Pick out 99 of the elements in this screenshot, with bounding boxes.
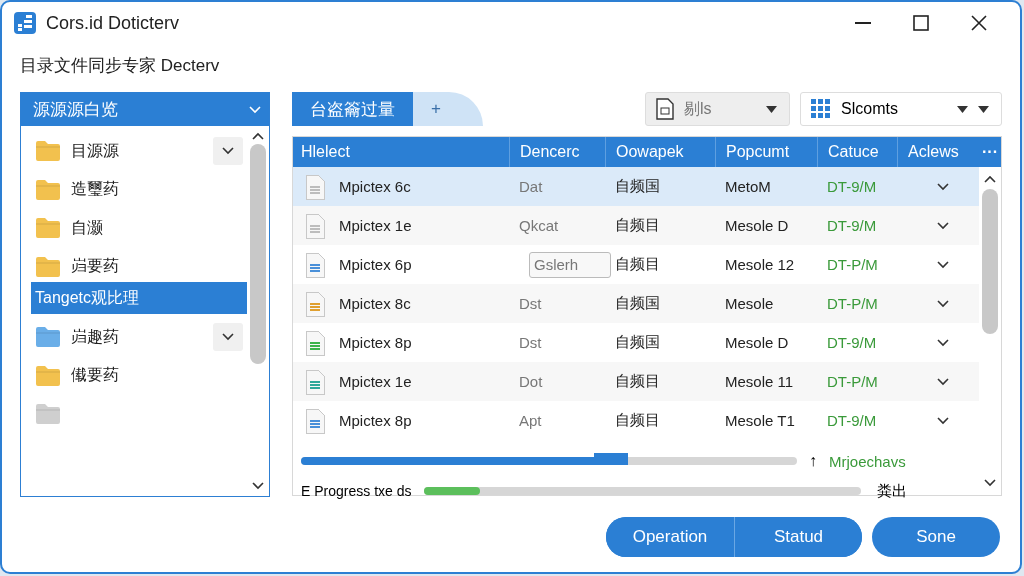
column-header[interactable]: Hlelect [293, 137, 509, 167]
panel-header[interactable]: 源源源白览 [21, 93, 269, 126]
table-cell-text: 自频国 [614, 177, 661, 196]
table-cell-text: Mesole D [724, 334, 790, 351]
status-text: DT-P/M [826, 373, 879, 390]
window-title: Cors.id Doticterv [46, 12, 181, 34]
table-row[interactable]: Mpictex 8c Dst 自频国 Mesole DT-P/M [293, 284, 979, 323]
tab[interactable]: 台盗籥过量 [292, 92, 413, 126]
table-cell-text: 自频目 [614, 372, 661, 391]
scrollbar-thumb[interactable] [982, 189, 998, 334]
filter-dropdown[interactable]: 剔ls [645, 92, 790, 126]
progress-reading: 粪出 [876, 481, 907, 501]
status-text: DT-9/M [826, 217, 878, 234]
file-name: Mpictex 1e [339, 217, 412, 234]
document-icon [305, 173, 325, 200]
table-cell-text: 自频目 [614, 255, 661, 274]
caret-icon [957, 105, 968, 113]
expand-button[interactable] [213, 323, 243, 352]
caret-icon [978, 105, 989, 113]
status-text: DT-P/M [826, 295, 879, 312]
chevron-down-icon [249, 105, 261, 114]
input-field[interactable]: Gslerh [529, 251, 611, 278]
table-cell-text: Dat [518, 178, 544, 195]
table-cell-text: 自频国 [614, 333, 661, 352]
table-row[interactable]: Mpictex 1e Qkcat 自频目 Mesole D DT-9/M [293, 206, 979, 245]
chevron-down-icon [937, 183, 949, 191]
status-text: DT-9/M [826, 178, 878, 195]
slider-thumb[interactable] [594, 453, 629, 465]
panel-title: 源源源白览 [33, 99, 118, 121]
table-row[interactable]: Mpictex 1e Dot 自频目 Mesole 11 DT-P/M [293, 362, 979, 401]
document-icon [305, 407, 325, 434]
segment-button[interactable]: Statud [734, 517, 862, 557]
tab[interactable]: + [413, 92, 483, 126]
file-name: Mpictex 6p [339, 256, 412, 273]
action-button[interactable]: Sone [872, 517, 1000, 557]
chevron-down-icon [222, 147, 234, 156]
document-icon [305, 212, 325, 239]
filter-dropdown[interactable]: Slcomts [800, 92, 1002, 126]
document-icon [656, 98, 674, 120]
close-icon [971, 15, 987, 31]
folder-item[interactable]: 岿趣药 [21, 318, 247, 357]
table-cell-text: Mesole [724, 295, 775, 312]
status-text: DT-9/M [826, 334, 878, 351]
chevron-down-icon [222, 333, 234, 342]
chevron-down-icon [937, 222, 949, 230]
file-name: Mpictex 8c [339, 295, 411, 312]
table-cell-text: Mesole T1 [724, 412, 796, 429]
caret-icon [766, 105, 777, 113]
chevron-down-icon [937, 261, 949, 269]
maximize-icon [913, 15, 929, 31]
progress-label: E Progress txe ds [301, 483, 412, 499]
chevron-down-icon [937, 378, 949, 386]
minimize-icon [855, 22, 871, 24]
table-cell-text: Mesole D [724, 217, 790, 234]
table-row[interactable]: Mpictex 6p Gslerh 自频目 Mesole 12 DT-P/M [293, 245, 979, 284]
scroll-up-icon [984, 175, 996, 183]
table-cell-text: Dot [518, 373, 544, 390]
folder-item[interactable]: 自灏 [21, 209, 247, 248]
table-cell-text: 自频目 [614, 411, 661, 430]
scroll-down-icon [984, 479, 996, 487]
folder-item[interactable]: Tangetc观比理 [31, 282, 247, 314]
table-row[interactable]: Mpictex 8p Apt 自频目 Mesole T1 DT-9/M [293, 401, 979, 440]
table-cell-text: Mesole 12 [724, 256, 796, 273]
table-cell-text: Dst [518, 334, 543, 351]
chevron-down-icon [937, 417, 949, 425]
column-header[interactable]: ··· [979, 137, 1001, 167]
table-row[interactable]: Mpictex 8p Dst 自频国 Mesole D DT-9/M [293, 323, 979, 362]
document-icon [305, 290, 325, 317]
arrow-marker: ↑ [809, 452, 817, 470]
file-name: Mpictex 1e [339, 373, 412, 390]
status-text: DT-P/M [826, 256, 879, 273]
folder-item[interactable]: 傤要药 [21, 356, 247, 395]
folder-item[interactable]: 目源源 [21, 132, 247, 171]
app-subtitle: 目录文件同步专家 Decterv [19, 55, 221, 77]
file-name: Mpictex 8p [339, 334, 412, 351]
scroll-down-icon [252, 482, 264, 490]
scrollbar-thumb[interactable] [250, 144, 266, 364]
table-cell-text: MetoM [724, 178, 772, 195]
file-name: Mpictex 6c [339, 178, 411, 195]
table-cell-text: 自频目 [614, 216, 661, 235]
transfer-status: Mrjoechavs [829, 452, 906, 470]
status-text: DT-9/M [826, 412, 878, 429]
table-cell-text: Qkcat [518, 217, 560, 234]
grid-icon [811, 99, 831, 119]
app-logo-icon [14, 12, 36, 34]
document-icon [305, 251, 325, 278]
folder-item[interactable]: 造璽药 [21, 170, 247, 209]
table-cell-text: Apt [518, 412, 543, 429]
expand-button[interactable] [213, 137, 243, 166]
scroll-up-icon [252, 132, 264, 140]
table-row[interactable]: Mpictex 6c Dat 自频国 MetoM DT-9/M [293, 167, 979, 206]
chevron-down-icon [937, 300, 949, 308]
table-cell-text: 自频国 [614, 294, 661, 313]
file-name: Mpictex 8p [339, 412, 412, 429]
chevron-down-icon [937, 339, 949, 347]
document-icon [305, 368, 325, 395]
table-cell-text: Mesole 11 [724, 373, 795, 390]
document-icon [305, 329, 325, 356]
table-cell-text: Dst [518, 295, 543, 312]
